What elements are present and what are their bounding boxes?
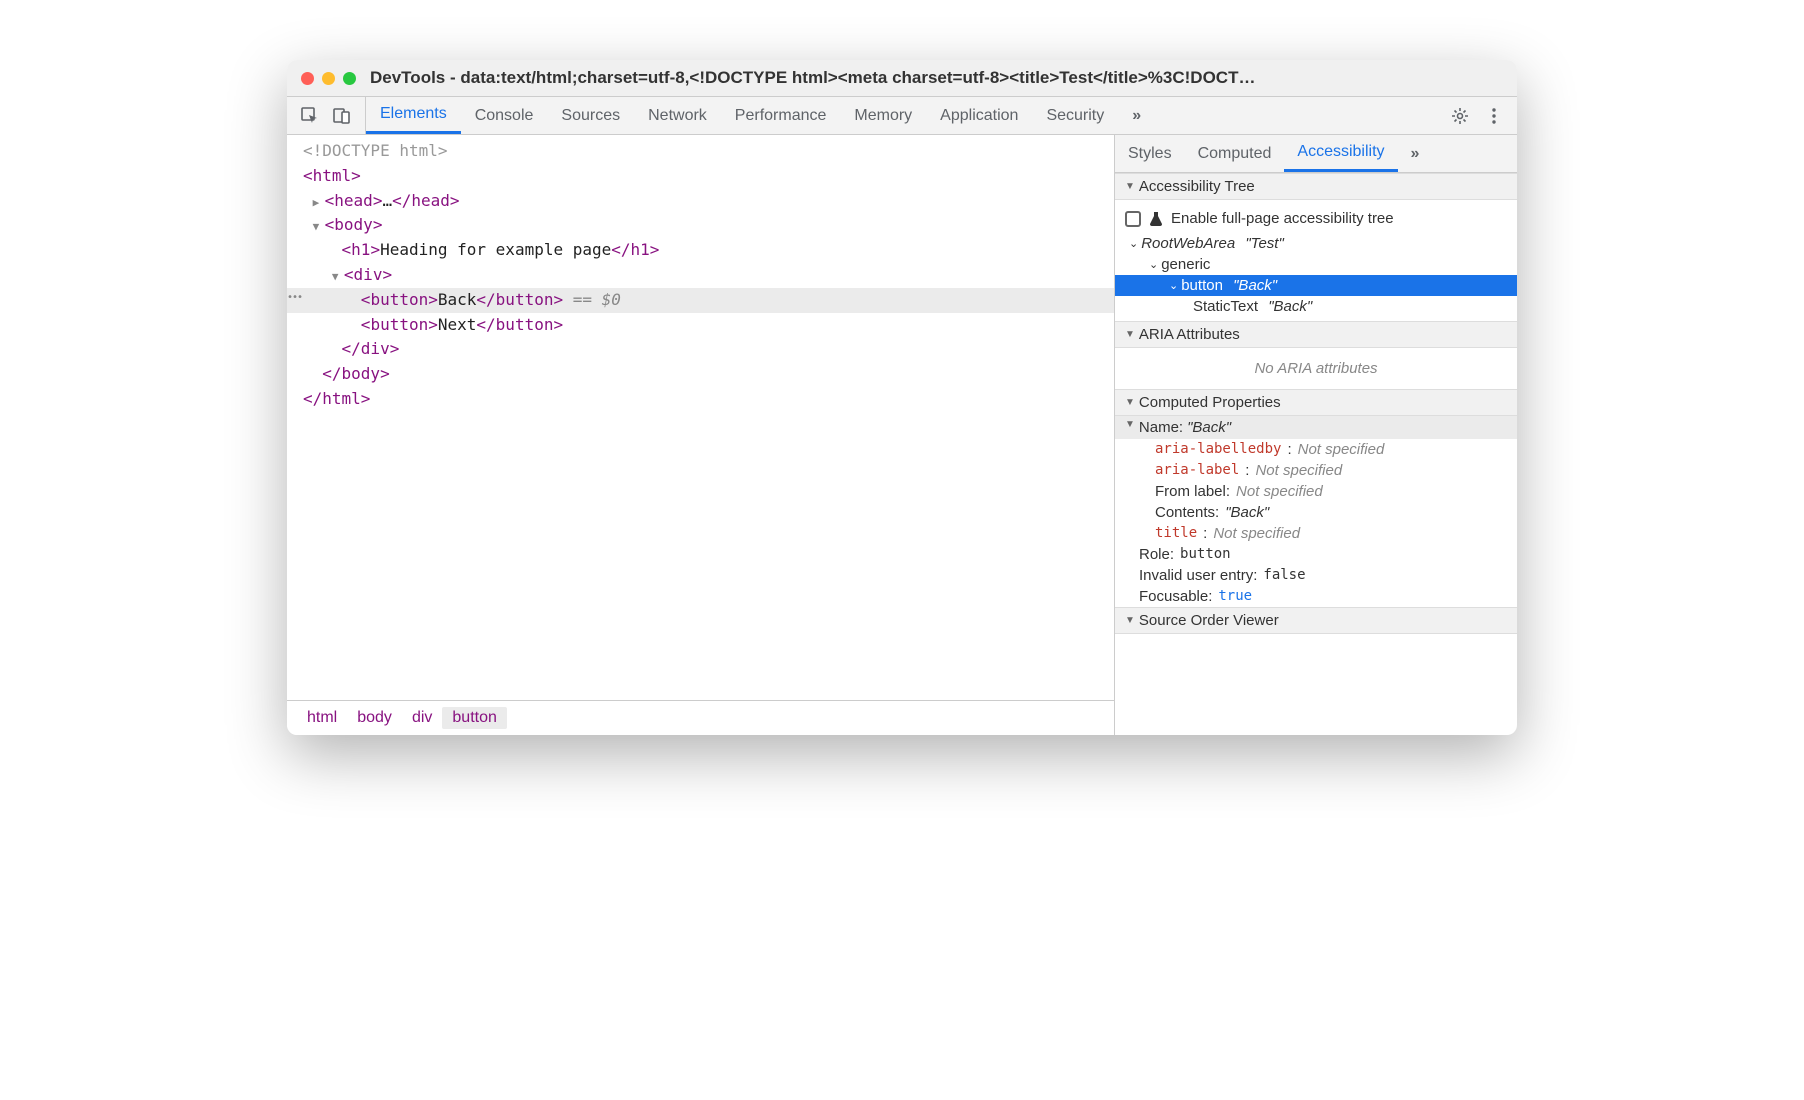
prop-invalid-user-entry: Invalid user entry: false [1115, 565, 1517, 586]
tab-security[interactable]: Security [1032, 97, 1118, 134]
dom-div-close[interactable]: </div> [287, 337, 1114, 362]
sidebar-tab-styles[interactable]: Styles [1115, 135, 1185, 172]
prop-from-label: From label: Not specified [1115, 481, 1517, 502]
disclosure-triangle-icon: ▼ [1125, 397, 1135, 408]
computed-name-label: Name: [1139, 419, 1183, 436]
dom-body-open[interactable]: ▼<body> [287, 213, 1114, 238]
a11y-tree-statictext[interactable]: StaticText "Back" [1115, 296, 1517, 317]
computed-name-row[interactable]: ▼ Name: "Back" [1115, 416, 1517, 439]
section-title: ARIA Attributes [1139, 326, 1240, 343]
dom-div-open[interactable]: ▼<div> [287, 263, 1114, 288]
dom-button-next[interactable]: <button>Next</button> [287, 313, 1114, 338]
disclosure-triangle-icon: ▼ [1125, 329, 1135, 340]
prop-contents: Contents: "Back" [1115, 502, 1517, 523]
devtools-window: DevTools - data:text/html;charset=utf-8,… [287, 60, 1517, 735]
dom-h1[interactable]: <h1>Heading for example page</h1> [287, 238, 1114, 263]
section-source-order-viewer[interactable]: ▼ Source Order Viewer [1115, 607, 1517, 634]
tab-memory[interactable]: Memory [840, 97, 926, 134]
sidebar-panel: Styles Computed Accessibility » ▼ Access… [1115, 135, 1517, 735]
crumb-button[interactable]: button [442, 707, 506, 729]
prop-aria-labelledby: aria-labelledby: Not specified [1115, 439, 1517, 460]
minimize-window-button[interactable] [322, 72, 335, 85]
sidebar-tab-computed[interactable]: Computed [1185, 135, 1285, 172]
close-window-button[interactable] [301, 72, 314, 85]
settings-icon[interactable] [1451, 107, 1469, 125]
prop-role: Role: button [1115, 544, 1517, 565]
section-title: Computed Properties [1139, 394, 1281, 411]
titlebar: DevTools - data:text/html;charset=utf-8,… [287, 60, 1517, 97]
main-area: <!DOCTYPE html> <html> ▶<head>…</head> ▼… [287, 135, 1517, 735]
panel-tabs: Elements Console Sources Network Perform… [366, 97, 1437, 134]
elements-panel: <!DOCTYPE html> <html> ▶<head>…</head> ▼… [287, 135, 1115, 735]
crumb-html[interactable]: html [297, 707, 347, 729]
maximize-window-button[interactable] [343, 72, 356, 85]
crumb-body[interactable]: body [347, 707, 402, 729]
inspect-element-icon[interactable] [301, 107, 319, 125]
prop-aria-label: aria-label: Not specified [1115, 460, 1517, 481]
tab-performance[interactable]: Performance [721, 97, 841, 134]
a11y-tree-button[interactable]: ⌄ button "Back" [1115, 275, 1517, 296]
sidebar-body: ▼ Accessibility Tree Enable full-page ac… [1115, 173, 1517, 735]
sidebar-tabs-overflow-icon[interactable]: » [1398, 135, 1433, 172]
computed-name-value: "Back" [1187, 419, 1231, 436]
enable-fullpage-tree-row[interactable]: Enable full-page accessibility tree [1115, 204, 1517, 233]
disclosure-triangle-icon: ▼ [1125, 181, 1135, 192]
section-aria-attributes[interactable]: ▼ ARIA Attributes [1115, 321, 1517, 348]
dom-head[interactable]: ▶<head>…</head> [287, 189, 1114, 214]
flask-icon [1149, 211, 1163, 227]
dom-html-open[interactable]: <html> [287, 164, 1114, 189]
device-toggle-icon[interactable] [333, 107, 351, 125]
section-title: Source Order Viewer [1139, 612, 1279, 629]
dom-doctype[interactable]: <!DOCTYPE html> [287, 139, 1114, 164]
a11y-tree-generic[interactable]: ⌄ generic [1115, 254, 1517, 275]
window-title: DevTools - data:text/html;charset=utf-8,… [370, 68, 1255, 88]
sidebar-tab-accessibility[interactable]: Accessibility [1284, 135, 1397, 172]
a11y-tree-root[interactable]: ⌄ RootWebArea "Test" [1115, 233, 1517, 254]
more-menu-icon[interactable] [1485, 107, 1503, 125]
tab-sources[interactable]: Sources [547, 97, 634, 134]
prop-title: title: Not specified [1115, 523, 1517, 544]
breadcrumb: html body div button [287, 700, 1114, 735]
crumb-div[interactable]: div [402, 707, 442, 729]
section-computed-properties[interactable]: ▼ Computed Properties [1115, 389, 1517, 416]
dom-tree[interactable]: <!DOCTYPE html> <html> ▶<head>…</head> ▼… [287, 135, 1114, 700]
dom-body-close[interactable]: </body> [287, 362, 1114, 387]
tab-network[interactable]: Network [634, 97, 721, 134]
sidebar-tabs: Styles Computed Accessibility » [1115, 135, 1517, 173]
section-title: Accessibility Tree [1139, 178, 1255, 195]
disclosure-triangle-icon: ▼ [1125, 419, 1135, 436]
enable-fullpage-checkbox[interactable] [1125, 211, 1141, 227]
tab-elements[interactable]: Elements [366, 97, 461, 134]
dom-button-back[interactable]: <button>Back</button> == $0 [287, 288, 1114, 313]
enable-fullpage-label: Enable full-page accessibility tree [1171, 210, 1394, 227]
dom-html-close[interactable]: </html> [287, 387, 1114, 412]
section-accessibility-tree[interactable]: ▼ Accessibility Tree [1115, 173, 1517, 200]
main-toolbar: Elements Console Sources Network Perform… [287, 97, 1517, 135]
prop-focusable: Focusable: true [1115, 586, 1517, 607]
tab-application[interactable]: Application [926, 97, 1032, 134]
tabs-overflow-icon[interactable]: » [1118, 97, 1155, 134]
tab-console[interactable]: Console [461, 97, 548, 134]
disclosure-triangle-icon: ▼ [1125, 615, 1135, 626]
aria-empty-message: No ARIA attributes [1115, 348, 1517, 389]
traffic-lights [301, 72, 356, 85]
